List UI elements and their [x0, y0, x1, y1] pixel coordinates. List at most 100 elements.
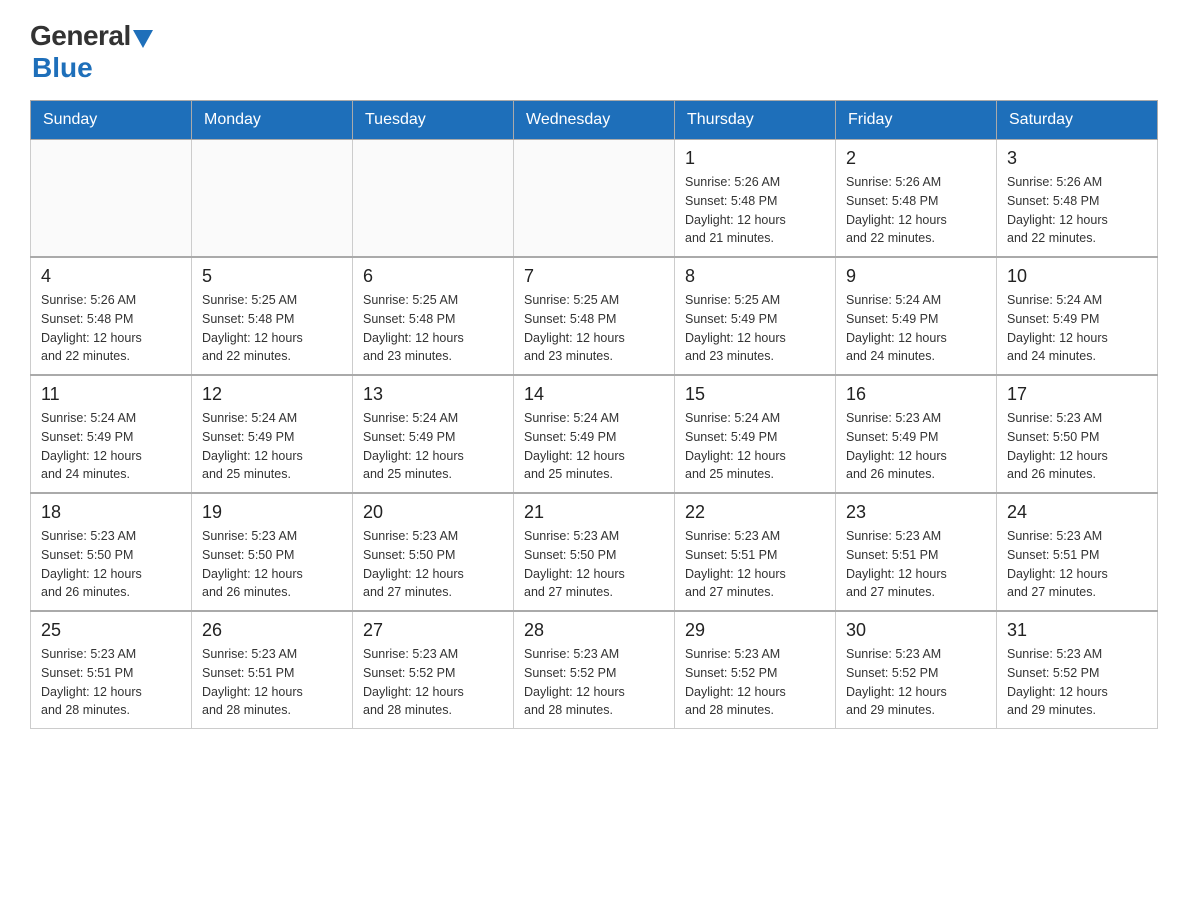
calendar-cell: 28 Sunrise: 5:23 AMSunset: 5:52 PMDayligh…: [514, 611, 675, 729]
day-info: Sunrise: 5:23 AMSunset: 5:51 PMDaylight:…: [202, 645, 342, 720]
calendar-cell: 25 Sunrise: 5:23 AMSunset: 5:51 PMDayligh…: [31, 611, 192, 729]
calendar-header-wednesday: Wednesday: [514, 101, 675, 140]
day-info: Sunrise: 5:23 AMSunset: 5:49 PMDaylight:…: [846, 409, 986, 484]
calendar-cell: 15 Sunrise: 5:24 AMSunset: 5:49 PMDayligh…: [675, 375, 836, 493]
calendar-cell: 11Sunrise: 5:24 AMSunset: 5:49 PMDayligh…: [31, 375, 192, 493]
day-number: 15: [685, 384, 825, 405]
calendar-cell: 9 Sunrise: 5:24 AMSunset: 5:49 PMDaylight…: [836, 257, 997, 375]
calendar-cell: 2 Sunrise: 5:26 AMSunset: 5:48 PMDaylight…: [836, 140, 997, 258]
calendar-week-row: 4 Sunrise: 5:26 AMSunset: 5:48 PMDaylight…: [31, 257, 1158, 375]
calendar-header-friday: Friday: [836, 101, 997, 140]
day-info: Sunrise: 5:24 AMSunset: 5:49 PMDaylight:…: [1007, 291, 1147, 366]
day-info: Sunrise: 5:24 AMSunset: 5:49 PMDaylight:…: [846, 291, 986, 366]
day-number: 26: [202, 620, 342, 641]
day-number: 19: [202, 502, 342, 523]
day-info: Sunrise: 5:23 AMSunset: 5:52 PMDaylight:…: [1007, 645, 1147, 720]
day-number: 20: [363, 502, 503, 523]
calendar-cell: 3 Sunrise: 5:26 AMSunset: 5:48 PMDaylight…: [997, 140, 1158, 258]
day-number: 23: [846, 502, 986, 523]
day-number: 7: [524, 266, 664, 287]
calendar-cell: 14 Sunrise: 5:24 AMSunset: 5:49 PMDayligh…: [514, 375, 675, 493]
day-number: 13: [363, 384, 503, 405]
day-info: Sunrise: 5:23 AMSunset: 5:50 PMDaylight:…: [524, 527, 664, 602]
calendar-cell: 13Sunrise: 5:24 AMSunset: 5:49 PMDayligh…: [353, 375, 514, 493]
calendar-cell: 24 Sunrise: 5:23 AMSunset: 5:51 PMDayligh…: [997, 493, 1158, 611]
day-info: Sunrise: 5:23 AMSunset: 5:50 PMDaylight:…: [202, 527, 342, 602]
calendar-cell: 19 Sunrise: 5:23 AMSunset: 5:50 PMDayligh…: [192, 493, 353, 611]
day-number: 4: [41, 266, 181, 287]
calendar-cell: 26 Sunrise: 5:23 AMSunset: 5:51 PMDayligh…: [192, 611, 353, 729]
day-info: Sunrise: 5:23 AMSunset: 5:52 PMDaylight:…: [363, 645, 503, 720]
calendar-cell: 18 Sunrise: 5:23 AMSunset: 5:50 PMDayligh…: [31, 493, 192, 611]
day-number: 1: [685, 148, 825, 169]
day-number: 3: [1007, 148, 1147, 169]
day-info: Sunrise: 5:26 AMSunset: 5:48 PMDaylight:…: [41, 291, 181, 366]
calendar-cell: [353, 140, 514, 258]
calendar-cell: 17 Sunrise: 5:23 AMSunset: 5:50 PMDayligh…: [997, 375, 1158, 493]
day-number: 30: [846, 620, 986, 641]
day-info: Sunrise: 5:23 AMSunset: 5:52 PMDaylight:…: [524, 645, 664, 720]
calendar-cell: 10 Sunrise: 5:24 AMSunset: 5:49 PMDayligh…: [997, 257, 1158, 375]
day-info: Sunrise: 5:26 AMSunset: 5:48 PMDaylight:…: [685, 173, 825, 248]
day-info: Sunrise: 5:23 AMSunset: 5:51 PMDaylight:…: [1007, 527, 1147, 602]
calendar-cell: [514, 140, 675, 258]
calendar-cell: 21 Sunrise: 5:23 AMSunset: 5:50 PMDayligh…: [514, 493, 675, 611]
calendar-header-saturday: Saturday: [997, 101, 1158, 140]
day-info: Sunrise: 5:26 AMSunset: 5:48 PMDaylight:…: [1007, 173, 1147, 248]
calendar-header-thursday: Thursday: [675, 101, 836, 140]
day-number: 24: [1007, 502, 1147, 523]
day-info: Sunrise: 5:23 AMSunset: 5:52 PMDaylight:…: [846, 645, 986, 720]
calendar-cell: 27Sunrise: 5:23 AMSunset: 5:52 PMDayligh…: [353, 611, 514, 729]
day-number: 31: [1007, 620, 1147, 641]
calendar-cell: 4 Sunrise: 5:26 AMSunset: 5:48 PMDaylight…: [31, 257, 192, 375]
day-number: 28: [524, 620, 664, 641]
day-info: Sunrise: 5:25 AMSunset: 5:48 PMDaylight:…: [363, 291, 503, 366]
day-number: 18: [41, 502, 181, 523]
day-info: Sunrise: 5:23 AMSunset: 5:50 PMDaylight:…: [1007, 409, 1147, 484]
day-number: 2: [846, 148, 986, 169]
calendar-cell: [192, 140, 353, 258]
day-info: Sunrise: 5:23 AMSunset: 5:51 PMDaylight:…: [41, 645, 181, 720]
calendar-cell: 29 Sunrise: 5:23 AMSunset: 5:52 PMDayligh…: [675, 611, 836, 729]
calendar-cell: 30 Sunrise: 5:23 AMSunset: 5:52 PMDayligh…: [836, 611, 997, 729]
calendar-header-monday: Monday: [192, 101, 353, 140]
day-number: 5: [202, 266, 342, 287]
logo: General Blue: [30, 20, 153, 84]
calendar-header-tuesday: Tuesday: [353, 101, 514, 140]
day-info: Sunrise: 5:26 AMSunset: 5:48 PMDaylight:…: [846, 173, 986, 248]
calendar-cell: 8Sunrise: 5:25 AMSunset: 5:49 PMDaylight…: [675, 257, 836, 375]
day-info: Sunrise: 5:23 AMSunset: 5:52 PMDaylight:…: [685, 645, 825, 720]
day-number: 17: [1007, 384, 1147, 405]
day-number: 12: [202, 384, 342, 405]
day-info: Sunrise: 5:24 AMSunset: 5:49 PMDaylight:…: [685, 409, 825, 484]
calendar-week-row: 11 Sunrise: 5:24 AMSunset: 5:49 PMDayligh…: [31, 375, 1158, 493]
day-number: 22: [685, 502, 825, 523]
day-number: 10: [1007, 266, 1147, 287]
calendar-week-row: 25 Sunrise: 5:23 AMSunset: 5:51 PMDayligh…: [31, 611, 1158, 729]
logo-triangle-icon: [133, 30, 153, 48]
calendar-cell: 1 Sunrise: 5:26 AMSunset: 5:48 PMDaylight…: [675, 140, 836, 258]
day-info: Sunrise: 5:25 AMSunset: 5:48 PMDaylight:…: [524, 291, 664, 366]
day-number: 25: [41, 620, 181, 641]
calendar-week-row: 1 Sunrise: 5:26 AMSunset: 5:48 PMDaylight…: [31, 140, 1158, 258]
calendar-header-sunday: Sunday: [31, 101, 192, 140]
calendar-cell: 31 Sunrise: 5:23 AMSunset: 5:52 PMDayligh…: [997, 611, 1158, 729]
day-info: Sunrise: 5:25 AMSunset: 5:48 PMDaylight:…: [202, 291, 342, 366]
calendar-cell: 6Sunrise: 5:25 AMSunset: 5:48 PMDaylight…: [353, 257, 514, 375]
calendar-cell: [31, 140, 192, 258]
day-number: 11: [41, 384, 181, 405]
calendar-cell: 20Sunrise: 5:23 AMSunset: 5:50 PMDayligh…: [353, 493, 514, 611]
calendar-cell: 23 Sunrise: 5:23 AMSunset: 5:51 PMDayligh…: [836, 493, 997, 611]
calendar-week-row: 18 Sunrise: 5:23 AMSunset: 5:50 PMDayligh…: [31, 493, 1158, 611]
logo-general-text: General: [30, 20, 131, 52]
day-number: 9: [846, 266, 986, 287]
day-number: 29: [685, 620, 825, 641]
day-info: Sunrise: 5:23 AMSunset: 5:51 PMDaylight:…: [846, 527, 986, 602]
logo-blue-text: Blue: [32, 52, 93, 84]
day-number: 21: [524, 502, 664, 523]
day-info: Sunrise: 5:24 AMSunset: 5:49 PMDaylight:…: [524, 409, 664, 484]
page-header: General Blue: [30, 20, 1158, 84]
day-number: 14: [524, 384, 664, 405]
calendar-cell: 16Sunrise: 5:23 AMSunset: 5:49 PMDayligh…: [836, 375, 997, 493]
day-info: Sunrise: 5:23 AMSunset: 5:50 PMDaylight:…: [41, 527, 181, 602]
